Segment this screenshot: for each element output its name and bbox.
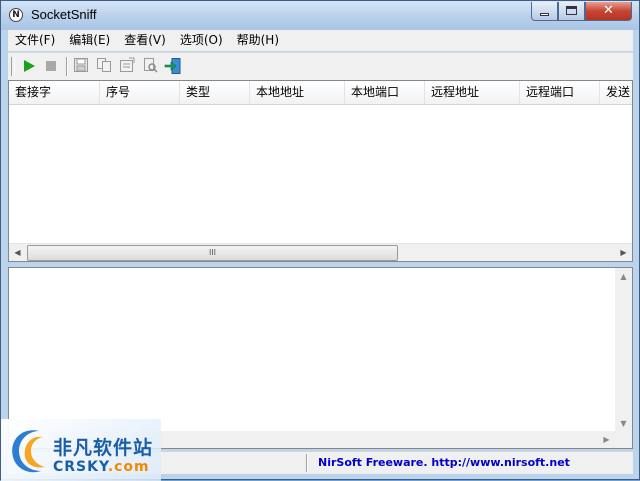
copy-button[interactable] bbox=[95, 57, 113, 75]
close-icon: ✕ bbox=[603, 3, 614, 18]
watermark-cn-text: 非凡软件站 bbox=[53, 437, 154, 459]
exit-icon bbox=[164, 58, 181, 74]
crsky-watermark: 非凡软件站 CRSKY.com bbox=[1, 419, 161, 481]
toolbar-separator bbox=[66, 57, 68, 76]
column-header-remote-address[interactable]: 远程地址 bbox=[425, 81, 520, 104]
nirsoft-link[interactable]: NirSoft Freeware. http://www.nirsoft.net bbox=[318, 455, 570, 471]
watermark-en-main: CRSKY bbox=[53, 459, 108, 475]
stop-capture-button[interactable] bbox=[42, 57, 60, 75]
list-horizontal-scrollbar[interactable]: ◀ III ▶ bbox=[9, 243, 632, 261]
toolbar-grip[interactable] bbox=[11, 57, 15, 76]
menu-options[interactable]: 选项(O) bbox=[173, 30, 230, 51]
socketsniff-app-icon[interactable]: N bbox=[9, 8, 23, 22]
minimize-icon bbox=[540, 13, 549, 16]
scroll-thumb[interactable]: III bbox=[27, 245, 398, 261]
maximize-button[interactable] bbox=[558, 2, 585, 21]
menu-bar: 文件(F) 编辑(E) 查看(V) 选项(O) 帮助(H) bbox=[8, 30, 633, 51]
properties-icon bbox=[120, 57, 135, 72]
menu-help[interactable]: 帮助(H) bbox=[230, 30, 286, 51]
column-header-send[interactable]: 发送 bbox=[600, 81, 632, 104]
socket-list[interactable]: 套接字 序号 类型 本地地址 本地端口 远程地址 远程端口 发送 ◀ III ▶ bbox=[8, 80, 633, 262]
app-window: N SocketSniff ✕ 文件(F) 编辑(E) 查看(V) 选项(O) … bbox=[0, 0, 640, 481]
minimize-button[interactable] bbox=[531, 2, 558, 21]
watermark-en-suffix: .com bbox=[107, 459, 150, 475]
find-icon bbox=[144, 58, 158, 73]
column-header-local-address[interactable]: 本地地址 bbox=[250, 81, 345, 104]
window-title: SocketSniff bbox=[31, 7, 97, 22]
copy-icon bbox=[97, 58, 111, 72]
play-icon bbox=[24, 60, 35, 72]
menu-file[interactable]: 文件(F) bbox=[8, 30, 62, 51]
find-button[interactable] bbox=[141, 57, 159, 75]
title-bar[interactable]: N SocketSniff ✕ bbox=[1, 1, 639, 30]
save-button[interactable] bbox=[72, 57, 90, 75]
scroll-left-arrow-icon[interactable]: ◀ bbox=[9, 244, 26, 261]
status-separator bbox=[306, 454, 308, 472]
menu-edit[interactable]: 编辑(E) bbox=[62, 30, 117, 51]
save-icon bbox=[74, 58, 88, 72]
toolbar bbox=[8, 52, 633, 80]
detail-vertical-scrollbar[interactable]: ▲ ▼ bbox=[615, 268, 632, 432]
scroll-up-arrow-icon[interactable]: ▲ bbox=[615, 268, 632, 285]
column-header-remote-port[interactable]: 远程端口 bbox=[520, 81, 600, 104]
scroll-right-arrow-icon[interactable]: ▶ bbox=[615, 244, 632, 261]
column-header-socket[interactable]: 套接字 bbox=[9, 81, 100, 104]
close-button[interactable]: ✕ bbox=[585, 2, 632, 21]
list-header: 套接字 序号 类型 本地地址 本地端口 远程地址 远程端口 发送 bbox=[9, 81, 632, 105]
column-header-type[interactable]: 类型 bbox=[180, 81, 250, 104]
watermark-en-text: CRSKY.com bbox=[53, 459, 150, 475]
maximize-icon bbox=[566, 6, 577, 15]
menu-view[interactable]: 查看(V) bbox=[117, 30, 173, 51]
column-header-index[interactable]: 序号 bbox=[100, 81, 180, 104]
detail-scroll-right-arrow-icon[interactable]: ▶ bbox=[598, 431, 615, 448]
start-capture-button[interactable] bbox=[20, 57, 38, 75]
properties-button[interactable] bbox=[118, 57, 136, 75]
scroll-down-arrow-icon[interactable]: ▼ bbox=[615, 415, 632, 432]
crsky-logo-icon bbox=[12, 430, 45, 473]
exit-button[interactable] bbox=[164, 57, 182, 75]
column-header-local-port[interactable]: 本地端口 bbox=[345, 81, 425, 104]
stop-icon bbox=[46, 61, 56, 71]
